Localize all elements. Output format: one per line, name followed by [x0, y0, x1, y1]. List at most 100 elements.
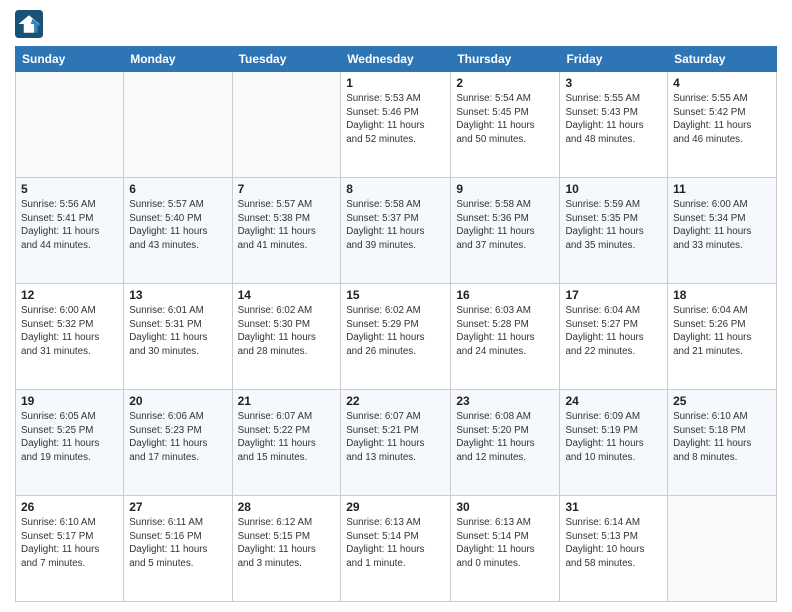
day-number: 18: [673, 288, 771, 302]
day-number: 26: [21, 500, 118, 514]
day-info: Sunrise: 6:04 AMSunset: 5:27 PMDaylight:…: [565, 304, 662, 359]
calendar-day-17: 17 Sunrise: 6:04 AMSunset: 5:27 PMDayligh…: [560, 284, 668, 390]
day-info: Sunrise: 6:14 AMSunset: 5:13 PMDaylight:…: [565, 516, 662, 571]
day-number: 9: [456, 182, 554, 196]
day-number: 5: [21, 182, 118, 196]
calendar-day-2: 2 Sunrise: 5:54 AMSunset: 5:45 PMDaylight…: [451, 72, 560, 178]
calendar-day-29: 29Sunrise: 6:13 AMSunset: 5:14 PMDayligh…: [341, 496, 451, 602]
day-number: 6: [129, 182, 226, 196]
day-number: 11: [673, 182, 771, 196]
calendar-day-20: 20 Sunrise: 6:06 AMSunset: 5:23 PMDayligh…: [124, 390, 232, 496]
calendar-week-3: 12 Sunrise: 6:00 AMSunset: 5:32 PMDayligh…: [16, 284, 777, 390]
calendar-day-9: 9 Sunrise: 5:58 AMSunset: 5:36 PMDaylight…: [451, 178, 560, 284]
day-info: Sunrise: 6:05 AMSunset: 5:25 PMDaylight:…: [21, 410, 118, 465]
header-sunday: Sunday: [16, 47, 124, 72]
calendar-week-4: 19 Sunrise: 6:05 AMSunset: 5:25 PMDayligh…: [16, 390, 777, 496]
day-info: Sunrise: 6:10 AMSunset: 5:18 PMDaylight:…: [673, 410, 771, 465]
day-info: Sunrise: 6:00 AMSunset: 5:32 PMDaylight:…: [21, 304, 118, 359]
day-number: 20: [129, 394, 226, 408]
day-info: Sunrise: 6:07 AMSunset: 5:22 PMDaylight:…: [238, 410, 336, 465]
calendar-day-25: 25 Sunrise: 6:10 AMSunset: 5:18 PMDayligh…: [668, 390, 777, 496]
day-number: 2: [456, 76, 554, 90]
calendar-header-row: SundayMondayTuesdayWednesdayThursdayFrid…: [16, 47, 777, 72]
day-info: Sunrise: 6:10 AMSunset: 5:17 PMDaylight:…: [21, 516, 118, 571]
calendar-day-14: 14 Sunrise: 6:02 AMSunset: 5:30 PMDayligh…: [232, 284, 341, 390]
day-info: Sunrise: 5:54 AMSunset: 5:45 PMDaylight:…: [456, 92, 554, 147]
calendar-day-6: 6Sunrise: 5:57 AMSunset: 5:40 PMDaylight…: [124, 178, 232, 284]
day-info: Sunrise: 5:57 AMSunset: 5:38 PMDaylight:…: [238, 198, 336, 253]
calendar-week-5: 26 Sunrise: 6:10 AMSunset: 5:17 PMDayligh…: [16, 496, 777, 602]
day-info: Sunrise: 6:12 AMSunset: 5:15 PMDaylight:…: [238, 516, 336, 571]
calendar-day-24: 24 Sunrise: 6:09 AMSunset: 5:19 PMDayligh…: [560, 390, 668, 496]
day-number: 23: [456, 394, 554, 408]
day-info: Sunrise: 6:03 AMSunset: 5:28 PMDaylight:…: [456, 304, 554, 359]
day-number: 21: [238, 394, 336, 408]
calendar-day-12: 12 Sunrise: 6:00 AMSunset: 5:32 PMDayligh…: [16, 284, 124, 390]
day-info: Sunrise: 6:09 AMSunset: 5:19 PMDaylight:…: [565, 410, 662, 465]
day-number: 24: [565, 394, 662, 408]
calendar-day-4: 4 Sunrise: 5:55 AMSunset: 5:42 PMDaylight…: [668, 72, 777, 178]
day-number: 15: [346, 288, 445, 302]
calendar-day-31: 31 Sunrise: 6:14 AMSunset: 5:13 PMDayligh…: [560, 496, 668, 602]
header-thursday: Thursday: [451, 47, 560, 72]
day-info: Sunrise: 6:04 AMSunset: 5:26 PMDaylight:…: [673, 304, 771, 359]
calendar-day-3: 3Sunrise: 5:55 AMSunset: 5:43 PMDaylight…: [560, 72, 668, 178]
day-info: Sunrise: 6:02 AMSunset: 5:30 PMDaylight:…: [238, 304, 336, 359]
calendar-day-8: 8 Sunrise: 5:58 AMSunset: 5:37 PMDaylight…: [341, 178, 451, 284]
day-number: 7: [238, 182, 336, 196]
day-number: 19: [21, 394, 118, 408]
calendar-day-1: 1Sunrise: 5:53 AMSunset: 5:46 PMDaylight…: [341, 72, 451, 178]
day-number: 13: [129, 288, 226, 302]
calendar-day-26: 26 Sunrise: 6:10 AMSunset: 5:17 PMDayligh…: [16, 496, 124, 602]
day-info: Sunrise: 6:11 AMSunset: 5:16 PMDaylight:…: [129, 516, 226, 571]
day-info: Sunrise: 5:58 AMSunset: 5:36 PMDaylight:…: [456, 198, 554, 253]
day-info: Sunrise: 5:53 AMSunset: 5:46 PMDaylight:…: [346, 92, 445, 147]
calendar-day-18: 18 Sunrise: 6:04 AMSunset: 5:26 PMDayligh…: [668, 284, 777, 390]
calendar-day-7: 7 Sunrise: 5:57 AMSunset: 5:38 PMDaylight…: [232, 178, 341, 284]
day-number: 12: [21, 288, 118, 302]
calendar-empty-cell: [668, 496, 777, 602]
calendar-day-10: 10Sunrise: 5:59 AMSunset: 5:35 PMDayligh…: [560, 178, 668, 284]
day-number: 17: [565, 288, 662, 302]
calendar-day-11: 11 Sunrise: 6:00 AMSunset: 5:34 PMDayligh…: [668, 178, 777, 284]
day-number: 8: [346, 182, 445, 196]
calendar-empty-cell: [124, 72, 232, 178]
day-info: Sunrise: 5:58 AMSunset: 5:37 PMDaylight:…: [346, 198, 445, 253]
day-info: Sunrise: 6:13 AMSunset: 5:14 PMDaylight:…: [456, 516, 554, 571]
day-number: 31: [565, 500, 662, 514]
day-number: 30: [456, 500, 554, 514]
calendar-day-23: 23 Sunrise: 6:08 AMSunset: 5:20 PMDayligh…: [451, 390, 560, 496]
day-number: 16: [456, 288, 554, 302]
day-info: Sunrise: 6:01 AMSunset: 5:31 PMDaylight:…: [129, 304, 226, 359]
day-number: 4: [673, 76, 771, 90]
calendar-week-1: 1Sunrise: 5:53 AMSunset: 5:46 PMDaylight…: [16, 72, 777, 178]
calendar-empty-cell: [232, 72, 341, 178]
day-info: Sunrise: 6:02 AMSunset: 5:29 PMDaylight:…: [346, 304, 445, 359]
day-info: Sunrise: 5:55 AMSunset: 5:42 PMDaylight:…: [673, 92, 771, 147]
header-saturday: Saturday: [668, 47, 777, 72]
logo: [15, 10, 45, 38]
header-tuesday: Tuesday: [232, 47, 341, 72]
calendar-table: SundayMondayTuesdayWednesdayThursdayFrid…: [15, 46, 777, 602]
page: SundayMondayTuesdayWednesdayThursdayFrid…: [0, 0, 792, 612]
day-number: 14: [238, 288, 336, 302]
calendar-day-21: 21 Sunrise: 6:07 AMSunset: 5:22 PMDayligh…: [232, 390, 341, 496]
day-info: Sunrise: 5:55 AMSunset: 5:43 PMDaylight:…: [565, 92, 662, 147]
day-info: Sunrise: 6:08 AMSunset: 5:20 PMDaylight:…: [456, 410, 554, 465]
header-wednesday: Wednesday: [341, 47, 451, 72]
logo-icon: [15, 10, 43, 38]
day-number: 28: [238, 500, 336, 514]
calendar-day-16: 16 Sunrise: 6:03 AMSunset: 5:28 PMDayligh…: [451, 284, 560, 390]
day-number: 29: [346, 500, 445, 514]
day-number: 22: [346, 394, 445, 408]
calendar-day-19: 19 Sunrise: 6:05 AMSunset: 5:25 PMDayligh…: [16, 390, 124, 496]
header-friday: Friday: [560, 47, 668, 72]
header: [15, 10, 777, 38]
header-monday: Monday: [124, 47, 232, 72]
calendar-empty-cell: [16, 72, 124, 178]
day-number: 25: [673, 394, 771, 408]
day-info: Sunrise: 6:00 AMSunset: 5:34 PMDaylight:…: [673, 198, 771, 253]
day-info: Sunrise: 5:56 AMSunset: 5:41 PMDaylight:…: [21, 198, 118, 253]
day-number: 27: [129, 500, 226, 514]
day-info: Sunrise: 6:06 AMSunset: 5:23 PMDaylight:…: [129, 410, 226, 465]
